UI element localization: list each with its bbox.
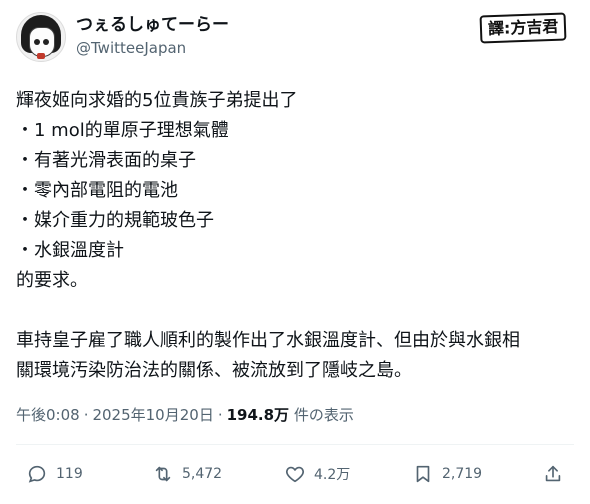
avatar-eye-right [43, 39, 49, 45]
divider [16, 444, 574, 445]
like-count: 4.2万 [314, 467, 351, 483]
avatar[interactable] [16, 12, 66, 62]
tweet-meta: 午後0:08 · 2025年10月20日 · 194.8万 件の表示 [16, 404, 354, 426]
bookmark-icon [416, 465, 430, 483]
tweet-line: ・零內部電阻的電池 [16, 180, 178, 201]
avatar-eye-left [34, 39, 40, 45]
meta-separator: · [83, 406, 89, 424]
tweet-line: ・水銀溫度計 [16, 240, 124, 261]
user-display-name[interactable]: つぇるしゅてーらー [76, 14, 229, 36]
tweet-line: 車持皇子雇了職人順利的製作出了水銀溫度計、但由於與水銀相 [16, 330, 520, 351]
tweet-line: ・媒介重力的規範玻色子 [16, 210, 214, 231]
tweet-line: 關環境汚染防治法的關係、被流放到了隱岐之島。 [16, 360, 412, 381]
bookmark-count: 2,719 [442, 466, 483, 482]
tweet-date[interactable]: 2025年10月20日 [92, 406, 213, 424]
tweet-line: 的要求。 [16, 270, 88, 291]
tweet-paragraph-gap [16, 296, 576, 326]
meta-separator: · [217, 406, 223, 424]
tweet-line: ・1 mol的單原子理想氣體 [16, 120, 229, 141]
views-label: 件の表示 [293, 406, 354, 424]
heart-icon [286, 466, 304, 483]
retweet-button[interactable]: 5,472 [152, 458, 222, 490]
retweet-count: 5,472 [182, 466, 223, 482]
action-bar: 119 5,472 4.2万 2,719 [16, 458, 574, 490]
bookmark-button[interactable]: 2,719 [412, 458, 482, 490]
tweet-line: ・有著光滑表面的桌子 [16, 150, 196, 171]
reply-count: 119 [56, 466, 83, 482]
translator-badge: 譯:方吉君 [479, 12, 567, 44]
avatar-bow [37, 53, 45, 59]
reply-button[interactable]: 119 [26, 458, 83, 490]
tweet-text: 輝夜姬向求婚的5位貴族子弟提出了 ・1 mol的單原子理想氣體 ・有著光滑表面的… [16, 86, 576, 386]
reply-icon [28, 465, 46, 483]
share-button[interactable] [542, 458, 572, 490]
views-count: 194.8万 [226, 406, 290, 424]
like-button[interactable]: 4.2万 [284, 458, 350, 490]
share-icon [545, 465, 561, 482]
tweet-time[interactable]: 午後0:08 [16, 406, 80, 424]
retweet-icon [155, 466, 171, 482]
user-handle[interactable]: @TwitteeJapan [76, 38, 186, 58]
tweet-line: 輝夜姬向求婚的5位貴族子弟提出了 [16, 90, 298, 111]
